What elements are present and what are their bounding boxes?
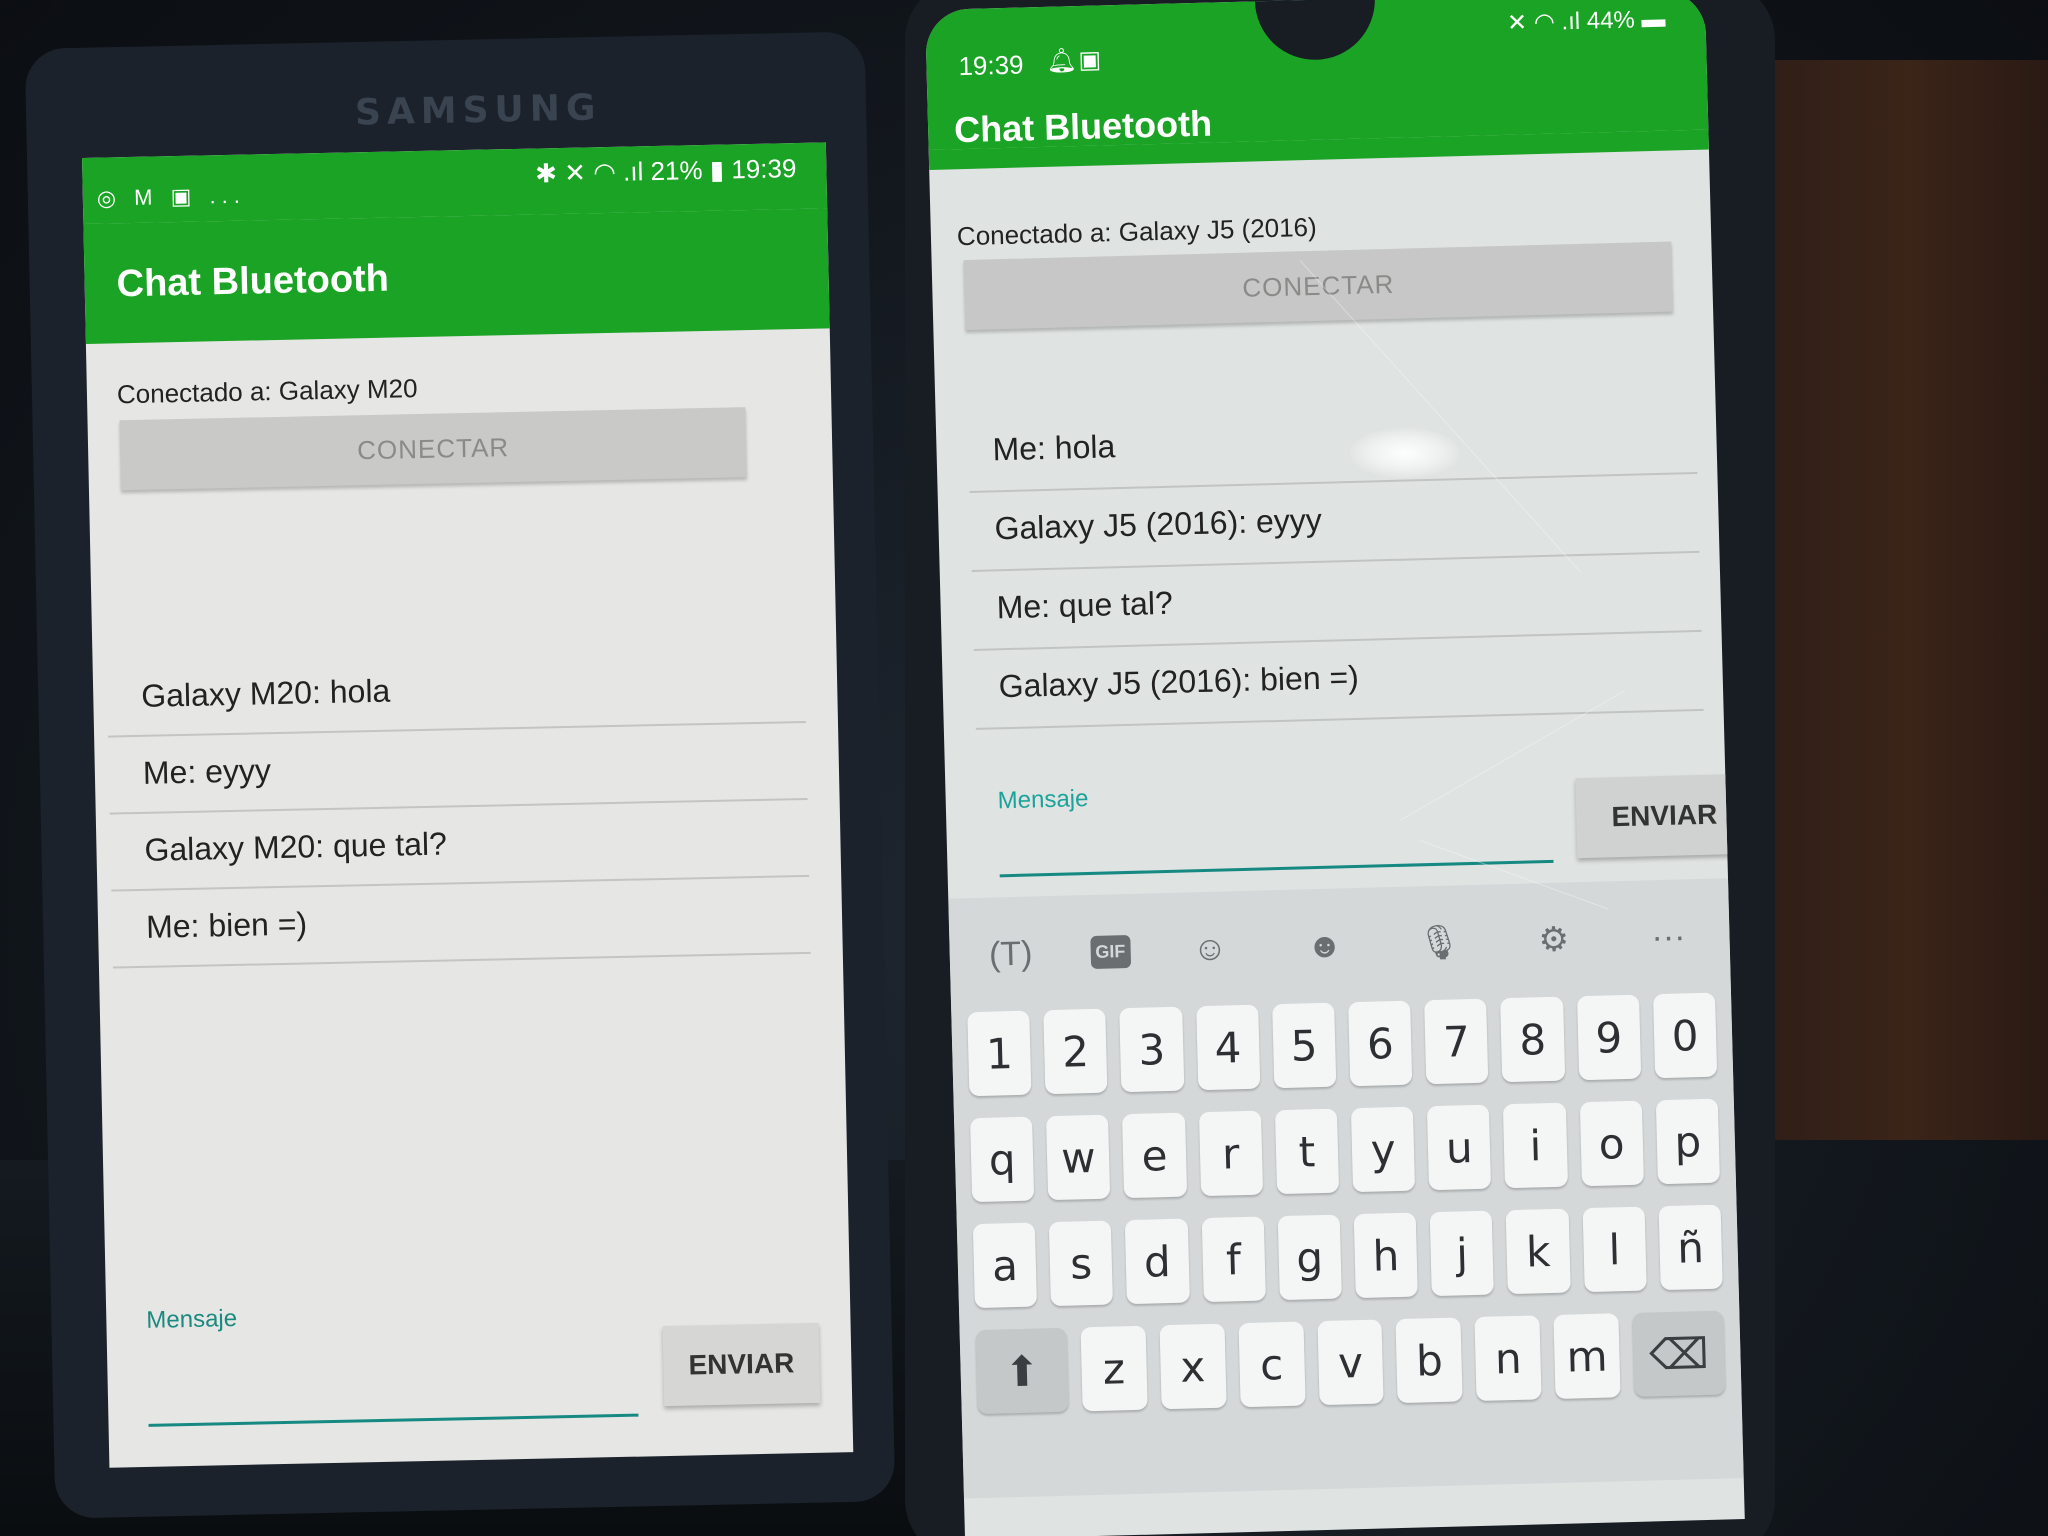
- key-4[interactable]: 4: [1195, 1004, 1261, 1091]
- image-icon: ▣: [1078, 46, 1102, 74]
- message-input[interactable]: [998, 822, 1554, 878]
- connect-button[interactable]: CONECTAR: [963, 241, 1674, 331]
- connected-label: Conectado a: Galaxy M20: [116, 373, 418, 410]
- gif-icon[interactable]: GIF: [1089, 934, 1131, 969]
- status-bar: 19:39 🔔︎ ▣ ✕ ◠ .ıl 44% ▬ Chat Bluetooth: [925, 0, 1709, 151]
- app-title: Chat Bluetooth: [953, 102, 1213, 151]
- key-n[interactable]: n: [1474, 1315, 1542, 1402]
- key-f[interactable]: f: [1201, 1216, 1266, 1303]
- key-b[interactable]: b: [1395, 1317, 1463, 1404]
- key-2[interactable]: 2: [1043, 1008, 1108, 1095]
- key-0[interactable]: 0: [1652, 992, 1718, 1079]
- text-mode-icon[interactable]: (T): [975, 934, 1046, 975]
- key-i[interactable]: i: [1503, 1102, 1568, 1189]
- key-5[interactable]: 5: [1271, 1002, 1337, 1089]
- notification-icons: ◎ M ▣ ...: [96, 182, 247, 211]
- light-glare: [1350, 428, 1460, 478]
- key-x[interactable]: x: [1159, 1323, 1227, 1410]
- key-9[interactable]: 9: [1576, 994, 1642, 1081]
- send-button[interactable]: ENVIAR: [662, 1322, 821, 1407]
- key-a[interactable]: a: [972, 1222, 1038, 1309]
- key-7[interactable]: 7: [1424, 998, 1489, 1085]
- key-8[interactable]: 8: [1500, 996, 1565, 1083]
- key-u[interactable]: u: [1427, 1104, 1492, 1191]
- message-input[interactable]: [147, 1376, 639, 1427]
- key-1[interactable]: 1: [967, 1010, 1032, 1097]
- keyboard: (T) GIF ☺ ☻ 🎙 ⚙ ··· 1234567890 qwertyuio…: [948, 878, 1744, 1499]
- key-k[interactable]: k: [1506, 1208, 1571, 1295]
- bell-icon: 🔔︎: [1046, 47, 1078, 75]
- settings-icon[interactable]: ⚙: [1518, 919, 1589, 961]
- message-list: Me: hola Galaxy J5 (2016): eyyy Me: que …: [936, 394, 1724, 730]
- keyboard-row-q: qwertyuiop: [970, 1098, 1720, 1203]
- message-input-label: Mensaje: [997, 784, 1089, 815]
- key-l[interactable]: l: [1582, 1206, 1647, 1293]
- key-q[interactable]: q: [970, 1116, 1035, 1203]
- key-j[interactable]: j: [1429, 1210, 1495, 1297]
- key-t[interactable]: t: [1274, 1108, 1340, 1195]
- shift-key[interactable]: ⬆: [975, 1327, 1069, 1415]
- key-3[interactable]: 3: [1119, 1006, 1184, 1093]
- list-item: Me: bien =): [111, 876, 811, 969]
- brand-logo: SAMSUNG: [354, 87, 602, 134]
- backspace-key[interactable]: ⌫: [1632, 1310, 1726, 1397]
- key-6[interactable]: 6: [1348, 1000, 1413, 1087]
- microphone-icon[interactable]: 🎙: [1404, 922, 1475, 964]
- key-g[interactable]: g: [1277, 1214, 1342, 1301]
- keyboard-row-a: asdfghjklñ: [972, 1204, 1723, 1309]
- key-p[interactable]: p: [1655, 1098, 1720, 1185]
- keyboard-row-z: ⬆ z x c v b n m ⌫: [975, 1310, 1726, 1415]
- emoji-icon[interactable]: ☻: [1289, 925, 1360, 966]
- key-o[interactable]: o: [1579, 1100, 1644, 1187]
- status-time: 19:39: [958, 49, 1024, 82]
- camera-notch: [1254, 0, 1377, 62]
- key-w[interactable]: w: [1046, 1114, 1111, 1201]
- key-e[interactable]: e: [1122, 1112, 1187, 1199]
- key-y[interactable]: y: [1350, 1106, 1416, 1193]
- key-d[interactable]: d: [1125, 1218, 1190, 1305]
- list-item: Galaxy M20: que tal?: [109, 799, 810, 892]
- send-button[interactable]: ENVIAR: [1575, 773, 1745, 859]
- list-item: Me: eyyy: [108, 722, 808, 815]
- sticker-icon[interactable]: ☺: [1174, 928, 1245, 969]
- message-input-label: Mensaje: [146, 1305, 238, 1334]
- compose-area: Mensaje ENVIAR: [944, 728, 1745, 898]
- phone-right-screen: 19:39 🔔︎ ▣ ✕ ◠ .ıl 44% ▬ Chat Bluetooth …: [925, 0, 1745, 1536]
- key-s[interactable]: s: [1048, 1220, 1114, 1307]
- status-info: ✱ ✕ ◠ .ıl 21% ▮ 19:39: [534, 153, 797, 189]
- keyboard-row-numbers: 1234567890: [967, 992, 1718, 1097]
- key-ñ[interactable]: ñ: [1658, 1204, 1723, 1291]
- keyboard-toolbar: (T) GIF ☺ ☻ 🎙 ⚙ ···: [965, 901, 1715, 991]
- key-r[interactable]: r: [1198, 1110, 1263, 1197]
- more-icon[interactable]: ···: [1633, 916, 1704, 957]
- list-item: Galaxy M20: hola: [106, 645, 806, 738]
- phone-left-screen: ◎ M ▣ ... ✱ ✕ ◠ .ıl 21% ▮ 19:39 Chat Blu…: [82, 142, 854, 1468]
- connect-button[interactable]: CONECTAR: [119, 407, 747, 491]
- key-h[interactable]: h: [1353, 1212, 1419, 1299]
- message-list: Galaxy M20: hola Me: eyyy Galaxy M20: qu…: [93, 645, 843, 969]
- key-m[interactable]: m: [1553, 1313, 1621, 1399]
- key-z[interactable]: z: [1080, 1325, 1148, 1412]
- app-title: Chat Bluetooth: [83, 208, 830, 344]
- key-c[interactable]: c: [1238, 1321, 1306, 1408]
- status-info: ✕ ◠ .ıl 44% ▬: [1506, 5, 1666, 37]
- compose-area: Mensaje ENVIAR: [106, 1292, 850, 1427]
- key-v[interactable]: v: [1316, 1319, 1385, 1406]
